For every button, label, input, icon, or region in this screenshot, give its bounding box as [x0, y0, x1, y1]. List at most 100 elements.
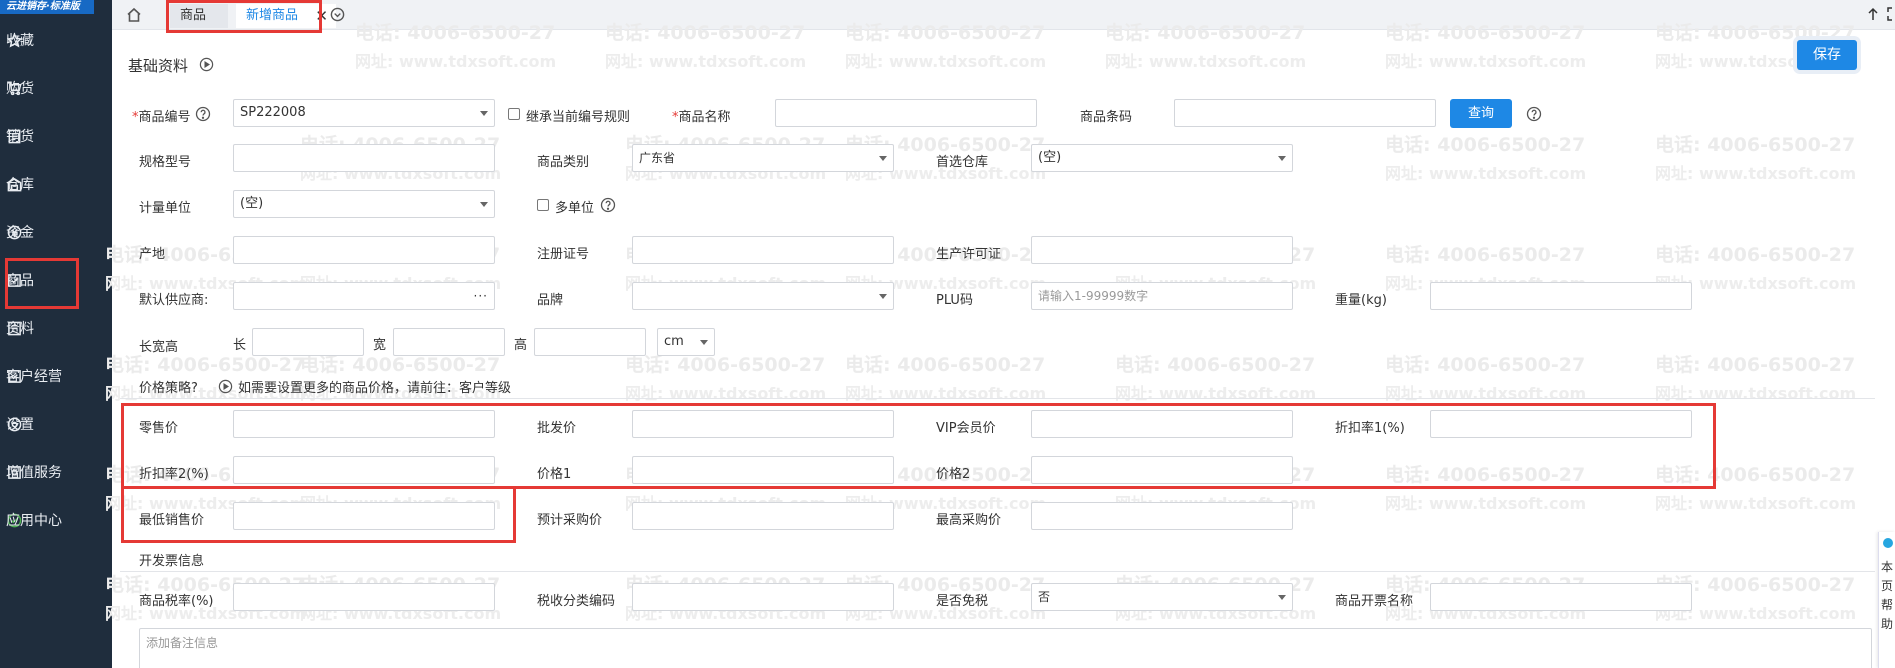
- watermark-text: 电话: 4006-6500-27: [625, 354, 826, 376]
- sidebar-item-funds[interactable]: 资金: [0, 214, 112, 250]
- dim-unit-select[interactable]: cm: [657, 328, 715, 356]
- watermark-text: 电话: 4006-6500-27: [1655, 244, 1856, 266]
- label-invoice-name: 商品开票名称: [1335, 594, 1414, 609]
- tax-code-input[interactable]: [632, 583, 894, 611]
- sidebar-item-purchase[interactable]: 购货: [0, 70, 112, 106]
- sidebar-item-label: 应用中心: [6, 513, 62, 529]
- remark-textarea[interactable]: 添加备注信息: [139, 628, 1872, 668]
- sidebar-item-settings[interactable]: 设置: [0, 406, 112, 442]
- barcode-input[interactable]: [1174, 99, 1436, 127]
- help-float-widget[interactable]: 本页帮助: [1878, 532, 1895, 668]
- help-bubble-icon: [1883, 538, 1893, 548]
- discount1-input[interactable]: [1430, 410, 1692, 438]
- multi-unit-label: 多单位: [555, 201, 595, 216]
- watermark-text: 电话: 4006-6500-27: [1385, 464, 1586, 486]
- sidebar-item-customer[interactable]: 客户经营: [0, 358, 112, 394]
- more-dots-icon[interactable]: ···: [474, 283, 488, 309]
- label-spec: 规格型号: [139, 155, 192, 170]
- origin-input[interactable]: [233, 236, 495, 264]
- plu-input[interactable]: 请输入1-99999数字: [1031, 282, 1293, 310]
- supplier-input[interactable]: ···: [233, 282, 495, 310]
- save-button[interactable]: 保存: [1797, 40, 1857, 70]
- sidebar-item-label: 增值服务: [6, 465, 62, 481]
- width-input[interactable]: [393, 328, 505, 356]
- sidebar-item-data[interactable]: 资料: [0, 310, 112, 346]
- sidebar-item-label: 销货: [6, 129, 34, 145]
- watermark-text: 网址: www.tdxsoft.com: [845, 384, 1047, 403]
- inherit-rule-label: 继承当前编号规则: [526, 110, 631, 125]
- sidebar-item-warehouse[interactable]: 仓库: [0, 166, 112, 202]
- brand-select[interactable]: [632, 282, 894, 310]
- watermark-text: 网址: www.tdxsoft.com: [1655, 494, 1857, 513]
- min-sale-price-input[interactable]: [233, 502, 495, 530]
- sidebar-item-label: 购货: [6, 81, 34, 97]
- label-goods-name: *商品名称: [672, 110, 731, 125]
- price1-input[interactable]: [632, 456, 894, 484]
- watermark-text: 网址: www.tdxsoft.com: [1385, 52, 1587, 71]
- watermark-text: 电话: 4006-6500-27: [1385, 354, 1586, 376]
- tab-label: 新增商品: [246, 8, 299, 23]
- retail-price-input[interactable]: [233, 410, 495, 438]
- invoice-name-input[interactable]: [1430, 583, 1692, 611]
- sidebar-item-label: 设置: [6, 417, 34, 433]
- price2-input[interactable]: [1031, 456, 1293, 484]
- watermark-text: 网址: www.tdxsoft.com: [625, 384, 827, 403]
- watermark-text: 网址: www.tdxsoft.com: [1385, 384, 1587, 403]
- label-warehouse: 首选仓库: [936, 155, 989, 170]
- label-origin: 产地: [139, 247, 166, 262]
- sidebar-item-sales[interactable]: 销货: [0, 118, 112, 154]
- est-purchase-price-input[interactable]: [632, 502, 894, 530]
- category-select[interactable]: 广东省: [632, 144, 894, 172]
- tax-free-select[interactable]: 否: [1031, 583, 1293, 611]
- help-icon[interactable]: [600, 197, 616, 213]
- watermark-text: 网址: www.tdxsoft.com: [1385, 494, 1587, 513]
- chevron-down-icon[interactable]: [330, 7, 346, 23]
- watermark-text: 网址: www.tdxsoft.com: [1655, 384, 1857, 403]
- goods-name-input[interactable]: [775, 99, 1037, 127]
- weight-input[interactable]: [1430, 282, 1692, 310]
- close-icon[interactable]: ✕: [315, 4, 328, 28]
- sidebar-item-vas[interactable]: 增值服务: [0, 454, 112, 490]
- help-icon[interactable]: [195, 106, 211, 122]
- sidebar-item-label: 商品: [6, 273, 34, 289]
- label-price2: 价格2: [936, 467, 971, 482]
- wholesale-price-input[interactable]: [632, 410, 894, 438]
- arrow-up-icon[interactable]: [1867, 7, 1879, 23]
- watermark-text: 网址: www.tdxsoft.com: [355, 52, 557, 71]
- label-length: 长: [233, 338, 247, 353]
- query-button[interactable]: 查询: [1450, 99, 1512, 128]
- watermark-text: 网址: www.tdxsoft.com: [605, 52, 807, 71]
- help-icon[interactable]: [1526, 106, 1542, 122]
- max-purchase-price-input[interactable]: [1031, 502, 1293, 530]
- goods-code-select[interactable]: SP222008: [233, 99, 495, 127]
- play-circle-icon[interactable]: [199, 57, 214, 72]
- label-tax-rate: 商品税率(%): [139, 594, 214, 609]
- sidebar-item-app-center[interactable]: 应用中心: [0, 502, 112, 538]
- watermark-text: 电话: 4006-6500-27: [1385, 244, 1586, 266]
- home-icon[interactable]: [126, 7, 144, 23]
- sidebar-item-label: 收藏: [6, 33, 34, 49]
- discount2-input[interactable]: [233, 456, 495, 484]
- multi-unit-checkbox[interactable]: [537, 199, 549, 211]
- sidebar-item-favorites[interactable]: 收藏: [0, 22, 112, 58]
- play-circle-icon[interactable]: [218, 379, 233, 394]
- license-input[interactable]: [1031, 236, 1293, 264]
- sidebar-item-label: 客户经营: [6, 369, 62, 385]
- tab-goods[interactable]: 商品: [170, 4, 228, 28]
- reg-no-input[interactable]: [632, 236, 894, 264]
- tab-new-goods[interactable]: 新增商品 ✕: [236, 4, 336, 28]
- length-input[interactable]: [252, 328, 364, 356]
- warehouse-select[interactable]: (空): [1031, 144, 1293, 172]
- inherit-rule-checkbox[interactable]: [508, 108, 520, 120]
- spec-input[interactable]: [233, 144, 495, 172]
- height-input[interactable]: [534, 328, 646, 356]
- sidebar: 云进销存·标准版 收藏 购货 销货 仓库 资金 商品 资料 客户经营 设置 增值…: [0, 0, 112, 668]
- watermark-text: 电话: 4006-6500-27: [1655, 354, 1856, 376]
- unit-select[interactable]: (空): [233, 190, 495, 218]
- tax-rate-input[interactable]: [233, 583, 495, 611]
- label-width: 宽: [373, 338, 387, 353]
- label-unit: 计量单位: [139, 201, 192, 216]
- expand-icon[interactable]: [1887, 7, 1895, 23]
- sidebar-item-goods[interactable]: 商品: [0, 262, 112, 298]
- vip-price-input[interactable]: [1031, 410, 1293, 438]
